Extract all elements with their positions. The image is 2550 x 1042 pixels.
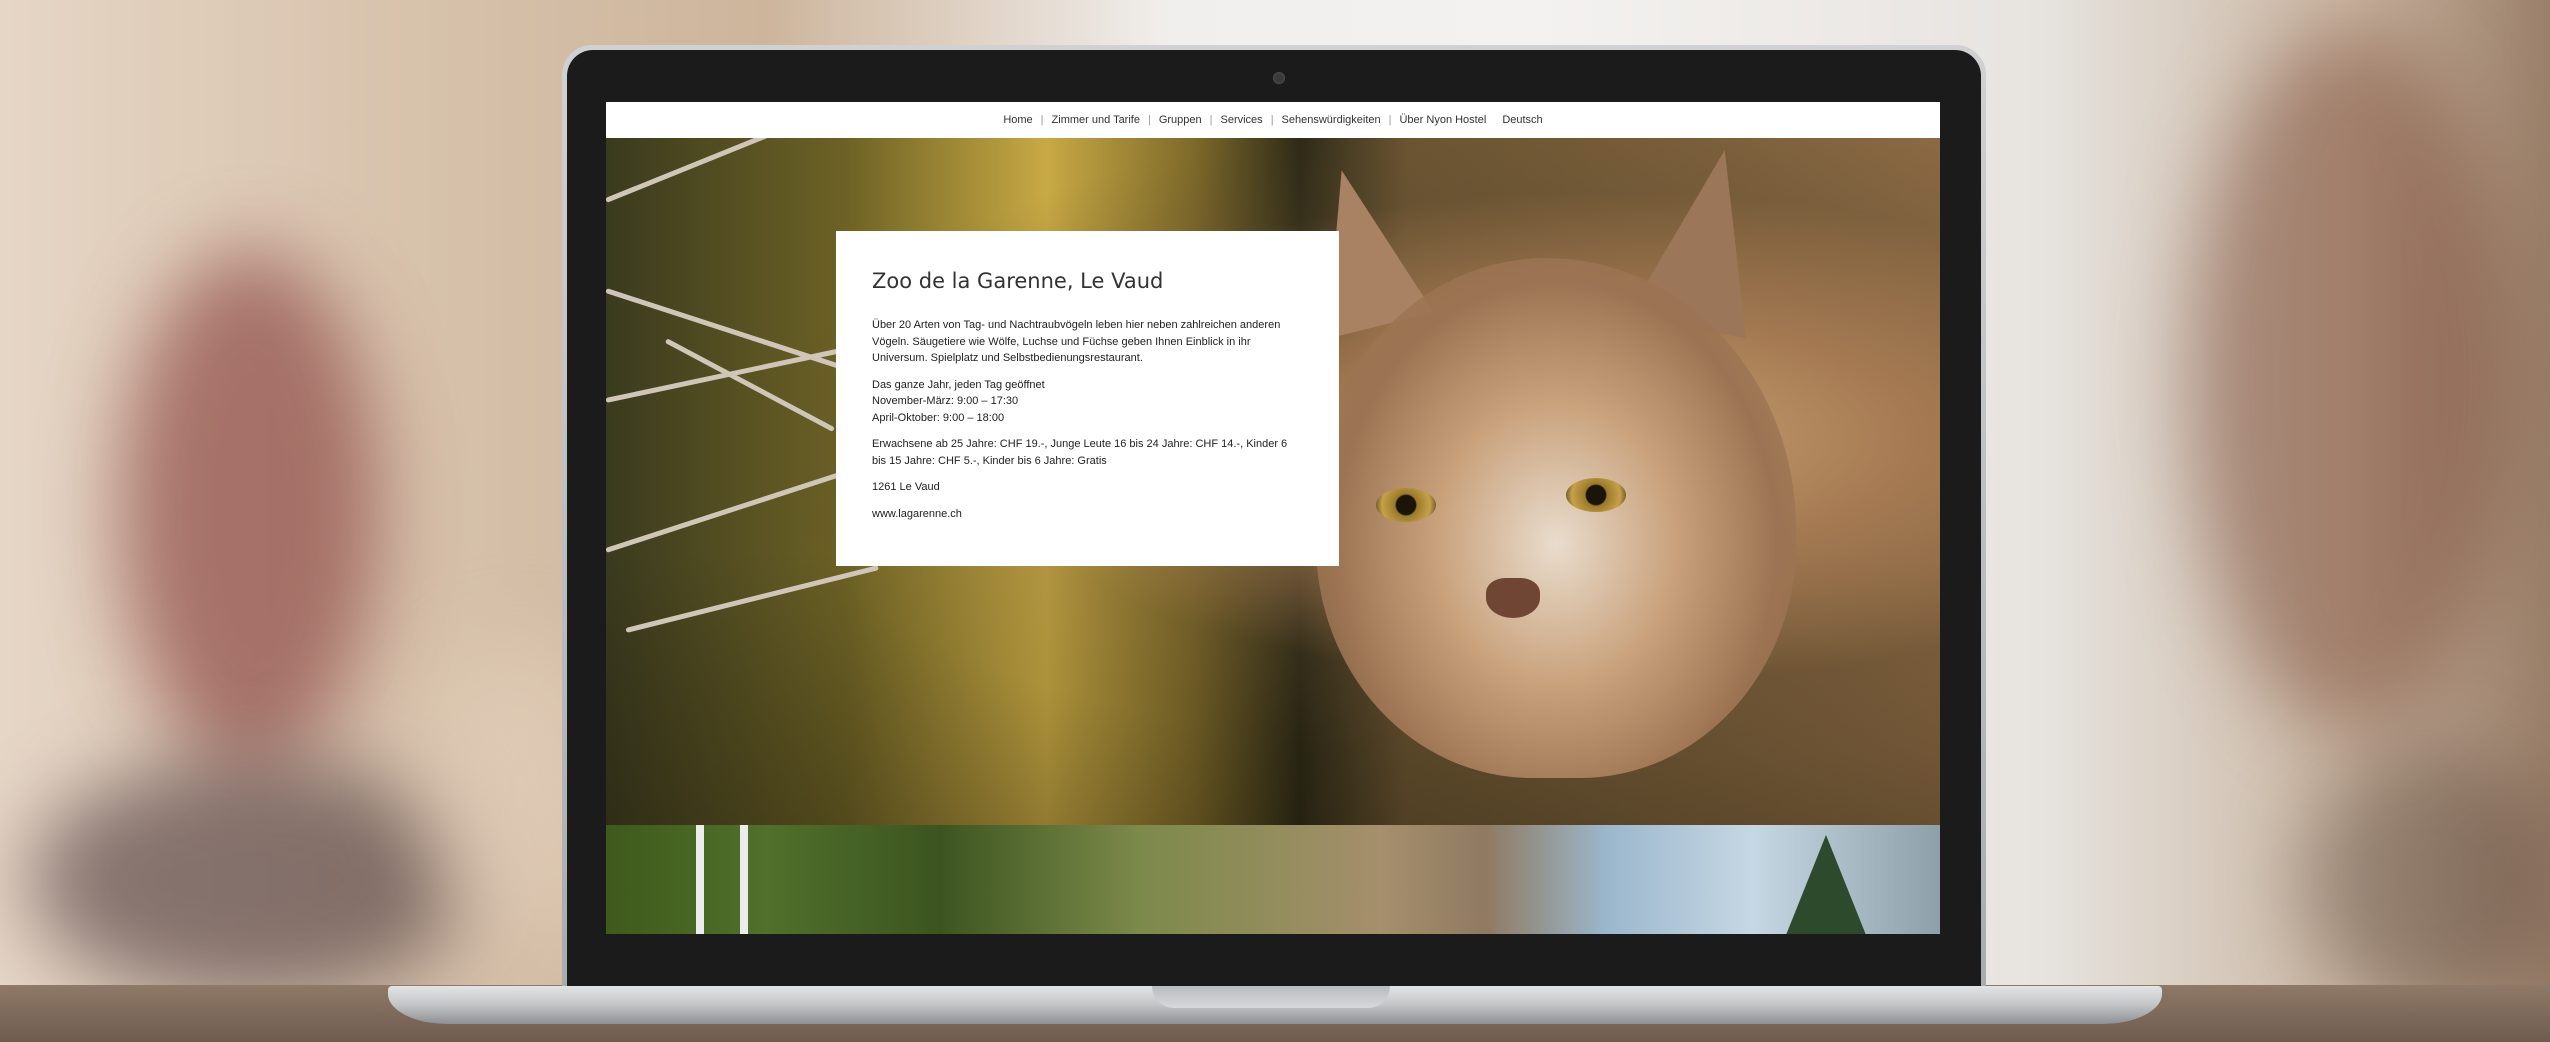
nav-item-groups[interactable]: Gruppen (1151, 114, 1210, 126)
lynx-nose (1486, 578, 1540, 618)
hours-line: Das ganze Jahr, jeden Tag geöffnet (872, 378, 1045, 391)
top-navigation: Home | Zimmer und Tarife | Gruppen | Ser… (606, 102, 1940, 138)
secondary-image-strip (606, 825, 1940, 934)
address: 1261 Le Vaud (872, 481, 940, 493)
camera-icon (1273, 72, 1285, 84)
attraction-description: Über 20 Arten von Tag- und Nachtraubvöge… (872, 319, 1281, 364)
nav-item-rooms[interactable]: Zimmer und Tarife (1044, 114, 1148, 126)
opening-hours: Das ganze Jahr, jeden Tag geöffnet Novem… (872, 377, 1303, 427)
background-blur (2190, 30, 2510, 730)
hours-line: April-Oktober: 9:00 – 18:00 (872, 411, 1005, 424)
nav-item-home[interactable]: Home (995, 114, 1040, 126)
tree (1786, 835, 1866, 934)
lynx-eye (1566, 478, 1626, 512)
website-link[interactable]: www.lagarenne.ch (872, 506, 1303, 523)
fence-post (740, 825, 748, 934)
hero-image-lynx: Zoo de la Garenne, Le Vaud Über 20 Arten… (606, 138, 1940, 825)
nav-item-about[interactable]: Über Nyon Hostel (1391, 114, 1494, 126)
language-selector[interactable]: Deutsch (1494, 114, 1550, 126)
background-blur (120, 250, 380, 770)
attraction-title: Zoo de la Garenne, Le Vaud (872, 269, 1164, 293)
attraction-info-card: Zoo de la Garenne, Le Vaud Über 20 Arten… (836, 231, 1339, 566)
nav-item-sights[interactable]: Sehenswürdigkeiten (1274, 114, 1389, 126)
laptop-notch (1152, 986, 1390, 1008)
fence-post (696, 825, 704, 934)
nav-item-services[interactable]: Services (1213, 114, 1271, 126)
background-scene: Home | Zimmer und Tarife | Gruppen | Ser… (0, 0, 2550, 1042)
background-blur (2300, 750, 2550, 1010)
lynx-eye (1376, 488, 1436, 522)
prices: Erwachsene ab 25 Jahre: CHF 19.-, Junge … (872, 438, 1288, 467)
background-blur (30, 760, 470, 1000)
website-screen: Home | Zimmer und Tarife | Gruppen | Ser… (606, 102, 1940, 934)
hours-line: November-März: 9:00 – 17:30 (872, 395, 1019, 407)
